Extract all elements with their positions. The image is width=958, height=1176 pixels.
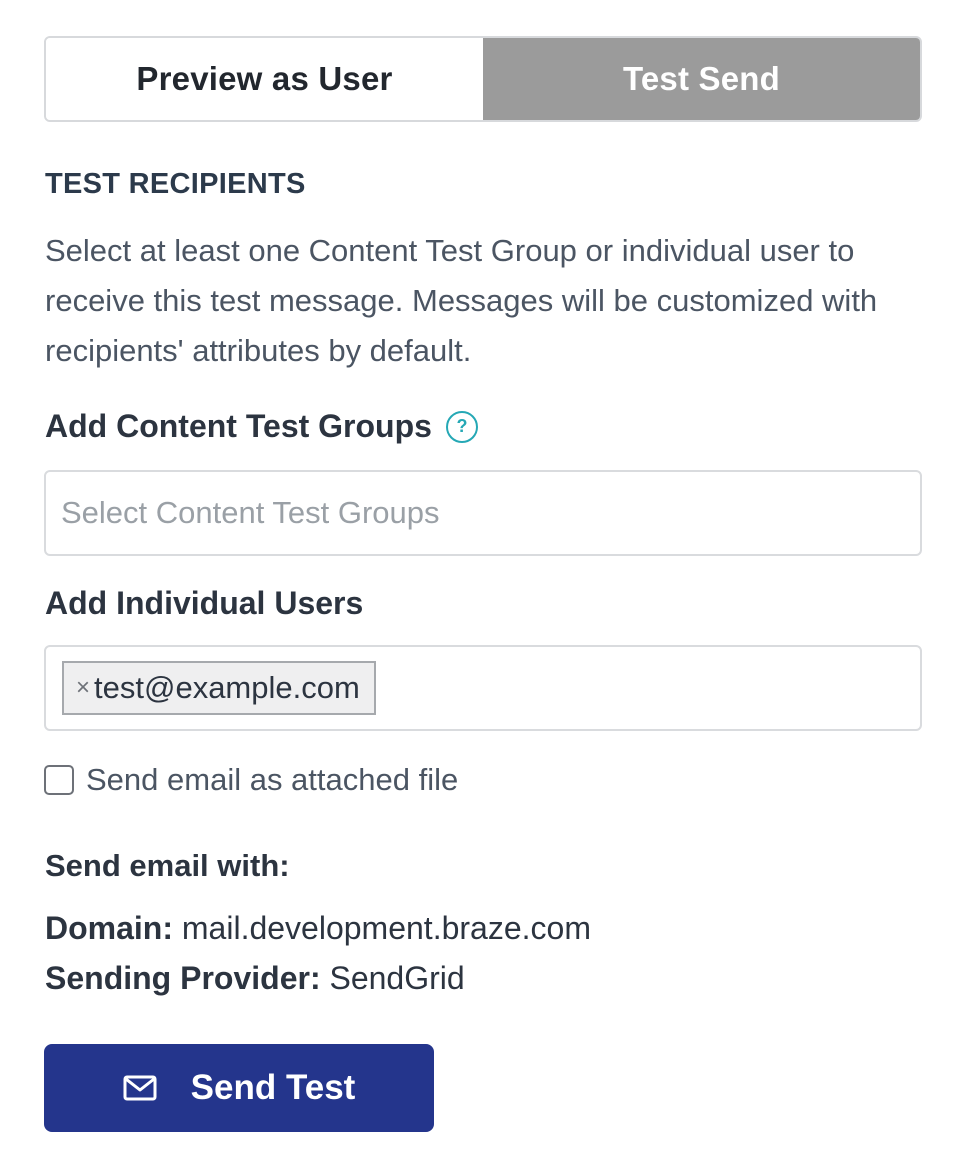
envelope-icon xyxy=(123,1075,157,1101)
individual-users-label: Add Individual Users xyxy=(45,585,364,621)
selected-user-email: test@example.com xyxy=(94,670,360,705)
send-email-with-heading: Send email with: xyxy=(45,848,290,883)
remove-tag-icon[interactable]: × xyxy=(76,674,90,702)
sending-provider-line: Sending Provider: SendGrid xyxy=(45,960,465,997)
content-test-groups-input[interactable] xyxy=(46,472,920,554)
test-recipients-heading: TEST RECIPIENTS xyxy=(45,168,306,200)
sending-provider-value: SendGrid xyxy=(329,960,465,996)
attach-file-option[interactable]: Send email as attached file xyxy=(44,762,458,798)
individual-users-select[interactable]: × test@example.com xyxy=(44,645,922,731)
send-test-label: Send Test xyxy=(190,1068,356,1107)
content-test-groups-label: Add Content Test Groups ? xyxy=(45,408,478,445)
test-recipients-description: Select at least one Content Test Group o… xyxy=(45,233,878,368)
test-send-panel: Preview as User Test Send TEST RECIPIENT… xyxy=(0,0,958,1176)
selected-user-tag: × test@example.com xyxy=(62,661,376,715)
sending-provider-key: Sending Provider: xyxy=(45,960,321,996)
view-mode-toggle: Preview as User Test Send xyxy=(44,36,922,122)
domain-key: Domain: xyxy=(45,910,173,946)
domain-line: Domain: mail.development.braze.com xyxy=(45,910,591,947)
test-send-tab[interactable]: Test Send xyxy=(483,38,920,120)
attach-file-label: Send email as attached file xyxy=(86,762,459,797)
preview-as-user-tab[interactable]: Preview as User xyxy=(46,38,483,120)
send-test-button[interactable]: Send Test xyxy=(44,1044,434,1132)
attach-file-checkbox[interactable] xyxy=(44,765,74,795)
question-circle-icon[interactable]: ? xyxy=(445,410,478,443)
content-test-groups-label-text: Add Content Test Groups xyxy=(45,408,432,444)
domain-value: mail.development.braze.com xyxy=(181,910,591,946)
content-test-groups-select[interactable] xyxy=(44,470,922,556)
